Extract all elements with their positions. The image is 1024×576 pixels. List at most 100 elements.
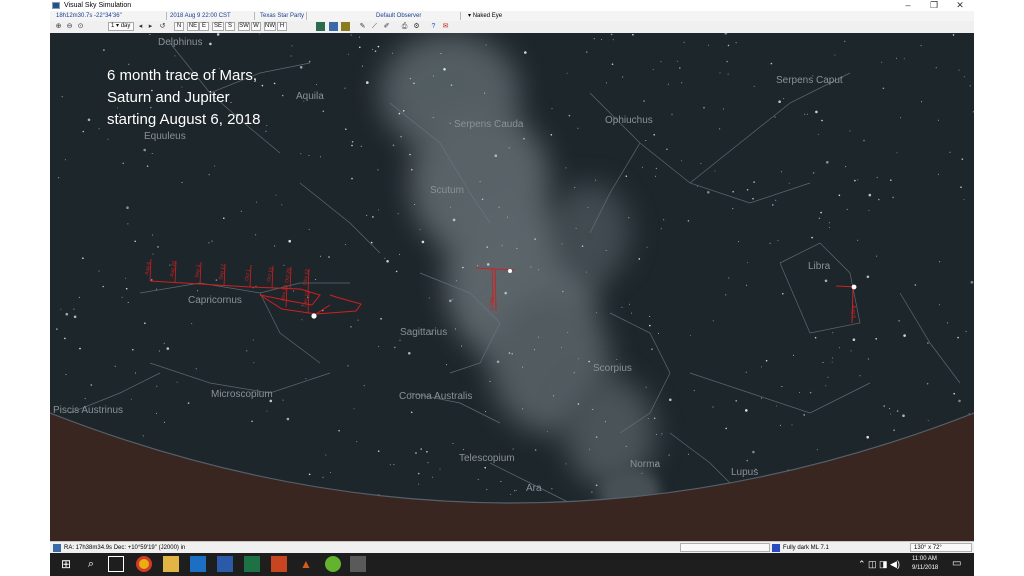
- constellation-label: Ophiuchus: [605, 115, 653, 126]
- app-icon[interactable]: [325, 556, 341, 572]
- star: [65, 312, 69, 316]
- star: [253, 362, 255, 364]
- zoom-in-icon[interactable]: ⊕: [54, 22, 63, 31]
- tray-icons[interactable]: ⌃ ◫ ◨ ◀): [858, 559, 900, 570]
- star: [350, 34, 352, 36]
- star: [957, 336, 959, 339]
- star: [372, 216, 374, 218]
- star: [338, 429, 340, 432]
- star: [631, 312, 632, 314]
- direction-button-n[interactable]: N: [174, 22, 184, 31]
- outlook-icon[interactable]: [190, 556, 206, 572]
- star: [319, 156, 321, 158]
- sky-view[interactable]: Delphinus Aquila Equuleus Serpens Cauda Serp…: [50, 33, 974, 541]
- zoom-fit-icon[interactable]: ⊙: [76, 22, 85, 31]
- star: [647, 418, 649, 420]
- location[interactable]: Texas Star Party: [260, 11, 304, 21]
- sky-quality-icon[interactable]: [772, 544, 780, 552]
- star: [347, 365, 349, 367]
- star: [727, 44, 730, 47]
- star: [738, 241, 740, 243]
- info-icon[interactable]: ✉: [441, 22, 450, 31]
- star: [82, 130, 85, 133]
- observer[interactable]: Default Observer: [376, 11, 421, 21]
- star: [216, 33, 220, 36]
- restore-button[interactable]: ❐: [922, 0, 946, 11]
- direction-button-nw[interactable]: NW: [264, 22, 276, 31]
- star: [622, 76, 624, 78]
- star: [723, 108, 724, 110]
- star: [417, 472, 420, 475]
- star: [164, 421, 165, 423]
- file-explorer-icon[interactable]: [163, 556, 179, 572]
- direction-button-se[interactable]: SE: [212, 22, 224, 31]
- excel-icon[interactable]: [244, 556, 260, 572]
- windows-start-icon[interactable]: ⊞: [58, 556, 74, 572]
- star: [196, 290, 198, 292]
- star: [553, 395, 554, 397]
- direction-button-e[interactable]: E: [199, 22, 209, 31]
- close-button[interactable]: ✕: [948, 0, 972, 11]
- measure-icon[interactable]: ⟋: [370, 22, 379, 31]
- zoom-out-icon[interactable]: ⊖: [65, 22, 74, 31]
- star: [746, 262, 748, 264]
- star: [828, 222, 830, 224]
- star: [450, 206, 451, 208]
- direction-button-ne[interactable]: NE: [187, 22, 199, 31]
- step-forward-icon[interactable]: ▸: [146, 22, 155, 31]
- word-icon[interactable]: [217, 556, 233, 572]
- star: [732, 208, 734, 210]
- star: [712, 406, 714, 408]
- direction-button-w[interactable]: W: [251, 22, 261, 31]
- star: [921, 101, 922, 103]
- search-icon[interactable]: ⌕: [83, 556, 99, 572]
- direction-button-h[interactable]: H: [277, 22, 287, 31]
- star: [690, 334, 692, 336]
- star: [604, 421, 606, 423]
- pencil-icon[interactable]: ✎: [358, 22, 367, 31]
- star: [299, 66, 303, 69]
- star: [534, 238, 536, 240]
- star: [315, 279, 317, 280]
- star: [605, 82, 607, 84]
- labels-icon[interactable]: [341, 22, 350, 31]
- grid-icon[interactable]: [329, 22, 338, 31]
- matlab-icon[interactable]: ▲: [298, 556, 314, 572]
- star: [82, 257, 84, 259]
- step-back-icon[interactable]: ◂: [136, 22, 145, 31]
- minimize-button[interactable]: –: [896, 0, 920, 11]
- star: [392, 144, 395, 147]
- star: [831, 361, 833, 363]
- star: [402, 110, 405, 112]
- direction-button-s[interactable]: S: [225, 22, 235, 31]
- sky-simulation-taskbar-icon[interactable]: [350, 556, 366, 572]
- star: [398, 112, 401, 115]
- separator: [166, 12, 167, 20]
- star: [384, 257, 386, 259]
- settings-icon[interactable]: ⚙: [412, 22, 421, 31]
- star: [223, 217, 225, 219]
- brush-icon[interactable]: ✐: [382, 22, 391, 31]
- clock-date[interactable]: 9/11/2018: [912, 565, 938, 571]
- help-icon[interactable]: ?: [429, 22, 438, 31]
- print-icon[interactable]: ⎙: [400, 22, 409, 31]
- reset-time-icon[interactable]: ↺: [158, 22, 167, 31]
- mars-date-label: Oct 1: [244, 268, 252, 281]
- view-mode-dropdown[interactable]: ▾ Naked Eye: [468, 11, 502, 21]
- chart-icon[interactable]: [316, 22, 325, 31]
- notifications-icon[interactable]: ▭: [952, 558, 961, 569]
- constellation-label: Delphinus: [158, 37, 202, 48]
- time-step-select[interactable]: 1 ▾ day: [108, 22, 134, 31]
- star: [578, 358, 580, 360]
- direction-button-sw[interactable]: SW: [238, 22, 250, 31]
- star: [214, 165, 216, 167]
- chrome-icon[interactable]: [136, 556, 152, 572]
- star: [433, 75, 434, 77]
- powerpoint-icon[interactable]: [271, 556, 287, 572]
- date-time[interactable]: 2018 Aug 9 22:00 CST: [170, 11, 231, 21]
- star: [782, 292, 784, 295]
- clock-time[interactable]: 11:00 AM: [912, 556, 937, 562]
- star: [883, 405, 885, 407]
- task-view-icon[interactable]: [108, 556, 124, 572]
- annotation-line: Saturn and Jupiter: [107, 89, 230, 106]
